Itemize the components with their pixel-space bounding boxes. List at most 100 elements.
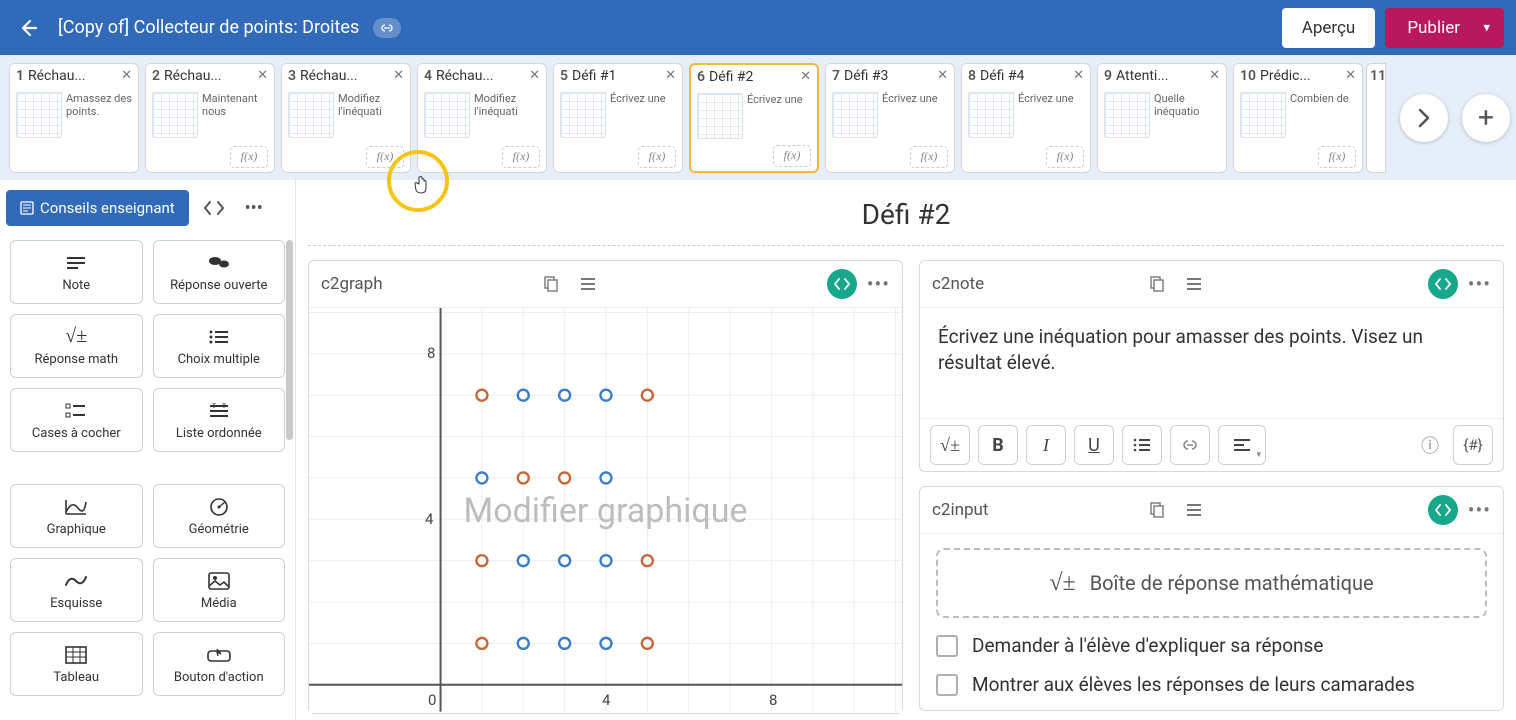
sqrt-icon: √±: [1049, 570, 1075, 597]
speech-icon: [207, 252, 231, 274]
script-badge[interactable]: [827, 269, 857, 299]
fx-badge[interactable]: f(x): [1046, 146, 1084, 168]
bullet-list-button[interactable]: [1122, 425, 1162, 465]
menu-icon[interactable]: [1180, 496, 1208, 524]
close-icon[interactable]: ✕: [1345, 68, 1356, 83]
tool-graph[interactable]: Graphique: [10, 484, 143, 548]
tool-media[interactable]: Média: [153, 558, 286, 622]
fx-badge[interactable]: f(x): [502, 146, 540, 168]
graph-overlay-label: Modifier graphique: [464, 491, 748, 531]
note-text[interactable]: Écrivez une inéquation pour amasser des …: [920, 308, 1503, 418]
editor-canvas: Défi #2 c2graph ••• Modifier gra: [296, 180, 1516, 720]
slide-tab-9[interactable]: 9Attenti...✕Quelle inéquatio: [1097, 63, 1227, 173]
slide-title: Prédic...: [1260, 68, 1341, 84]
slide-number: 7: [832, 68, 840, 84]
script-badge[interactable]: [1428, 495, 1458, 525]
menu-icon[interactable]: [574, 270, 602, 298]
slide-description: Quelle inéquatio: [1154, 92, 1220, 140]
tool-ordered-list[interactable]: Liste ordonnée: [153, 388, 286, 452]
math-insert-button[interactable]: √±: [930, 425, 970, 465]
fx-badge[interactable]: f(x): [773, 145, 811, 167]
slide-tab-10[interactable]: 10Prédic...✕Combien def(x): [1233, 63, 1363, 173]
bold-button[interactable]: B: [978, 425, 1018, 465]
underline-button[interactable]: U: [1074, 425, 1114, 465]
help-icon[interactable]: ⓘ: [1421, 432, 1439, 458]
link-icon[interactable]: [373, 18, 401, 38]
slide-tab-partial[interactable]: 11: [1366, 63, 1386, 173]
teacher-tips-button[interactable]: Conseils enseignant: [6, 190, 189, 226]
close-icon[interactable]: ✕: [937, 68, 948, 83]
fx-badge[interactable]: f(x): [366, 146, 404, 168]
tool-action-button[interactable]: Bouton d'action: [153, 632, 286, 696]
tool-geometry-label: Géométrie: [189, 522, 249, 537]
tool-geometry[interactable]: Géométrie: [153, 484, 286, 548]
input-component-name[interactable]: c2input: [932, 500, 1132, 520]
tool-math-response-label: Réponse math: [34, 352, 118, 367]
tool-note[interactable]: Note: [10, 240, 143, 304]
graph-component-name[interactable]: c2graph: [321, 274, 526, 294]
tool-open-response-label: Réponse ouverte: [170, 278, 267, 293]
close-icon[interactable]: ✕: [800, 69, 811, 84]
slide-tab-8[interactable]: 8Défi #4✕Écrivez unef(x): [961, 63, 1091, 173]
code-button[interactable]: [199, 193, 229, 223]
slide-description: Modifiez l'inéquati: [338, 92, 404, 140]
slide-tab-5[interactable]: 5Défi #1✕Écrivez unef(x): [553, 63, 683, 173]
more-button[interactable]: •••: [239, 193, 269, 223]
more-icon[interactable]: •••: [867, 272, 890, 296]
fx-badge[interactable]: f(x): [638, 146, 676, 168]
back-button[interactable]: [12, 12, 44, 44]
math-response-box[interactable]: √± Boîte de réponse mathématique: [936, 548, 1487, 618]
tool-checkboxes-label: Cases à cocher: [32, 426, 121, 441]
slide-tab-1[interactable]: 1Réchau...✕Amassez des points.: [9, 63, 139, 173]
tool-open-response[interactable]: Réponse ouverte: [153, 240, 286, 304]
align-button[interactable]: [1218, 425, 1266, 465]
slide-thumbnail: [832, 92, 878, 138]
x-tick-4: 4: [602, 691, 610, 709]
graph-canvas[interactable]: Modifier graphique 8 4 0 4 8: [309, 308, 902, 713]
note-component-name[interactable]: c2note: [932, 274, 1132, 294]
menu-icon[interactable]: [1180, 270, 1208, 298]
tool-table[interactable]: Tableau: [10, 632, 143, 696]
tool-checkboxes[interactable]: Cases à cocher: [10, 388, 143, 452]
ordered-list-icon: [208, 400, 230, 422]
close-icon[interactable]: ✕: [257, 68, 268, 83]
more-icon[interactable]: •••: [1468, 498, 1491, 522]
tool-math-response[interactable]: √±Réponse math: [10, 314, 143, 378]
y-tick-8: 8: [427, 344, 435, 362]
slides-next-button[interactable]: [1400, 94, 1448, 142]
add-slide-button[interactable]: +: [1462, 94, 1510, 142]
slide-tab-3[interactable]: 3Réchau...✕Modifiez l'inéquatif(x): [281, 63, 411, 173]
explain-checkbox[interactable]: [936, 635, 958, 657]
close-icon[interactable]: ✕: [1209, 68, 1220, 83]
close-icon[interactable]: ✕: [529, 68, 540, 83]
fx-badge[interactable]: f(x): [1318, 146, 1356, 168]
slide-number: 5: [560, 68, 568, 84]
slide-tab-2[interactable]: 2Réchau...✕Maintenant nousf(x): [145, 63, 275, 173]
close-icon[interactable]: ✕: [1073, 68, 1084, 83]
explain-checkbox-label: Demander à l'élève d'expliquer sa répons…: [972, 634, 1323, 657]
slide-tab-4[interactable]: 4Réchau...✕Modifiez l'inéquatif(x): [417, 63, 547, 173]
copy-icon[interactable]: [1142, 496, 1170, 524]
slide-tab-7[interactable]: 7Défi #3✕Écrivez unef(x): [825, 63, 955, 173]
page-title[interactable]: Défi #2: [308, 198, 1504, 231]
preview-button[interactable]: Aperçu: [1282, 8, 1376, 48]
tool-sketch[interactable]: Esquisse: [10, 558, 143, 622]
link-button[interactable]: [1170, 425, 1210, 465]
more-icon[interactable]: •••: [1468, 272, 1491, 296]
variable-button[interactable]: {#}: [1453, 425, 1493, 465]
script-badge[interactable]: [1428, 269, 1458, 299]
publish-button[interactable]: Publier: [1385, 8, 1504, 48]
tool-multiple-choice[interactable]: Choix multiple: [153, 314, 286, 378]
show-peers-checkbox[interactable]: [936, 674, 958, 696]
slide-tab-6[interactable]: 6Défi #2✕Écrivez unef(x): [689, 63, 819, 173]
copy-icon[interactable]: [1142, 270, 1170, 298]
sidebar-scrollbar[interactable]: [286, 240, 293, 440]
close-icon[interactable]: ✕: [393, 68, 404, 83]
italic-button[interactable]: I: [1026, 425, 1066, 465]
fx-badge[interactable]: f(x): [910, 146, 948, 168]
close-icon[interactable]: ✕: [665, 68, 676, 83]
close-icon[interactable]: ✕: [121, 68, 132, 83]
copy-icon[interactable]: [536, 270, 564, 298]
fx-badge[interactable]: f(x): [230, 146, 268, 168]
slide-title: Réchau...: [436, 68, 525, 84]
